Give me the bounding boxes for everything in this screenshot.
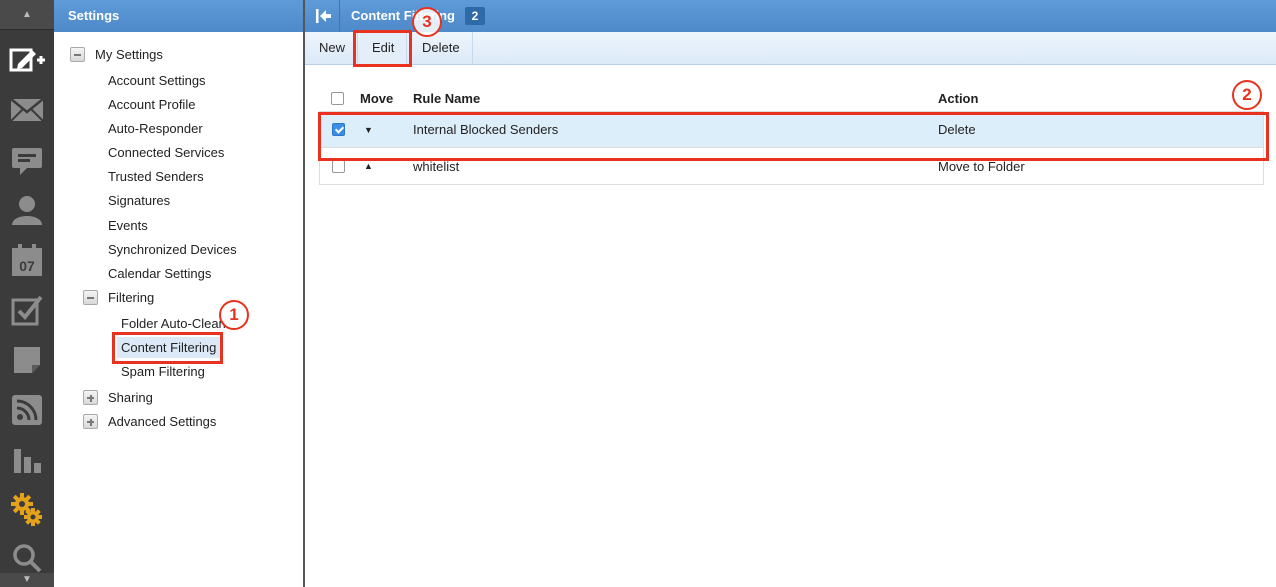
tree-item-synchronized-devices[interactable]: Synchronized Devices <box>108 242 237 257</box>
mail-icon[interactable] <box>8 90 46 130</box>
step-3-marker: 3 <box>412 7 442 37</box>
tree-item-events[interactable]: Events <box>108 218 148 233</box>
my-settings-collapse-icon[interactable] <box>70 47 85 62</box>
step-1-marker: 1 <box>219 300 249 330</box>
collapse-panel-icon[interactable] <box>313 6 333 26</box>
rss-icon[interactable] <box>8 390 46 430</box>
tasks-icon[interactable] <box>8 290 46 330</box>
tree-item-sharing[interactable]: Sharing <box>108 390 153 405</box>
calendar-day-text: 07 <box>19 258 35 274</box>
settings-gear-icon[interactable] <box>8 490 46 530</box>
rail-scroll-down-icon[interactable]: ▼ <box>0 573 54 587</box>
delete-button[interactable]: Delete <box>410 32 473 64</box>
settings-panel: Settings My Settings Account Settings Ac… <box>54 0 304 587</box>
reports-icon[interactable] <box>8 440 46 480</box>
app-icon-rail: ▲ 07 ▼ <box>0 0 54 587</box>
tree-item-connected-services[interactable]: Connected Services <box>108 145 224 160</box>
tree-item-account-profile[interactable]: Account Profile <box>108 97 195 112</box>
tree-item-folder-auto-clean[interactable]: Folder Auto-Clean <box>121 316 226 331</box>
highlight-selected-row <box>318 112 1269 161</box>
column-action[interactable]: Action <box>938 85 978 111</box>
tree-item-signatures[interactable]: Signatures <box>108 193 170 208</box>
advanced-settings-expand-icon[interactable] <box>83 414 98 429</box>
toolbar: New Edit Delete <box>305 32 1276 65</box>
tree-item-auto-responder[interactable]: Auto-Responder <box>108 121 203 136</box>
header-divider <box>339 0 340 32</box>
table-header: Move Rule Name Action <box>319 85 1264 111</box>
search-icon[interactable] <box>8 538 46 578</box>
rail-scroll-up-icon[interactable]: ▲ <box>0 0 54 30</box>
main-content: Content Filtering 2 New Edit Delete Move… <box>305 0 1276 587</box>
new-button[interactable]: New <box>307 32 359 64</box>
rule-count-badge: 2 <box>465 7 485 25</box>
settings-panel-title: Settings <box>54 0 303 32</box>
compose-icon[interactable] <box>8 40 46 80</box>
column-move[interactable]: Move <box>360 85 393 111</box>
tree-item-advanced-settings[interactable]: Advanced Settings <box>108 414 216 429</box>
tree-item-calendar-settings[interactable]: Calendar Settings <box>108 266 211 281</box>
main-header: Content Filtering 2 <box>305 0 1276 32</box>
sharing-expand-icon[interactable] <box>83 390 98 405</box>
tree-item-account-settings[interactable]: Account Settings <box>108 73 206 88</box>
select-all-checkbox[interactable] <box>331 85 344 111</box>
contacts-icon[interactable] <box>8 190 46 230</box>
tree-item-filtering[interactable]: Filtering <box>108 290 154 305</box>
tree-item-spam-filtering[interactable]: Spam Filtering <box>121 364 205 379</box>
calendar-icon[interactable]: 07 <box>8 240 46 280</box>
chat-icon[interactable] <box>8 140 46 180</box>
tree-item-my-settings[interactable]: My Settings <box>95 47 163 62</box>
notes-icon[interactable] <box>8 340 46 380</box>
filtering-collapse-icon[interactable] <box>83 290 98 305</box>
step-2-marker: 2 <box>1232 80 1262 110</box>
highlight-content-filtering <box>112 332 223 364</box>
tree-item-trusted-senders[interactable]: Trusted Senders <box>108 169 204 184</box>
highlight-edit-button <box>353 30 412 67</box>
column-rule-name[interactable]: Rule Name <box>413 85 480 111</box>
